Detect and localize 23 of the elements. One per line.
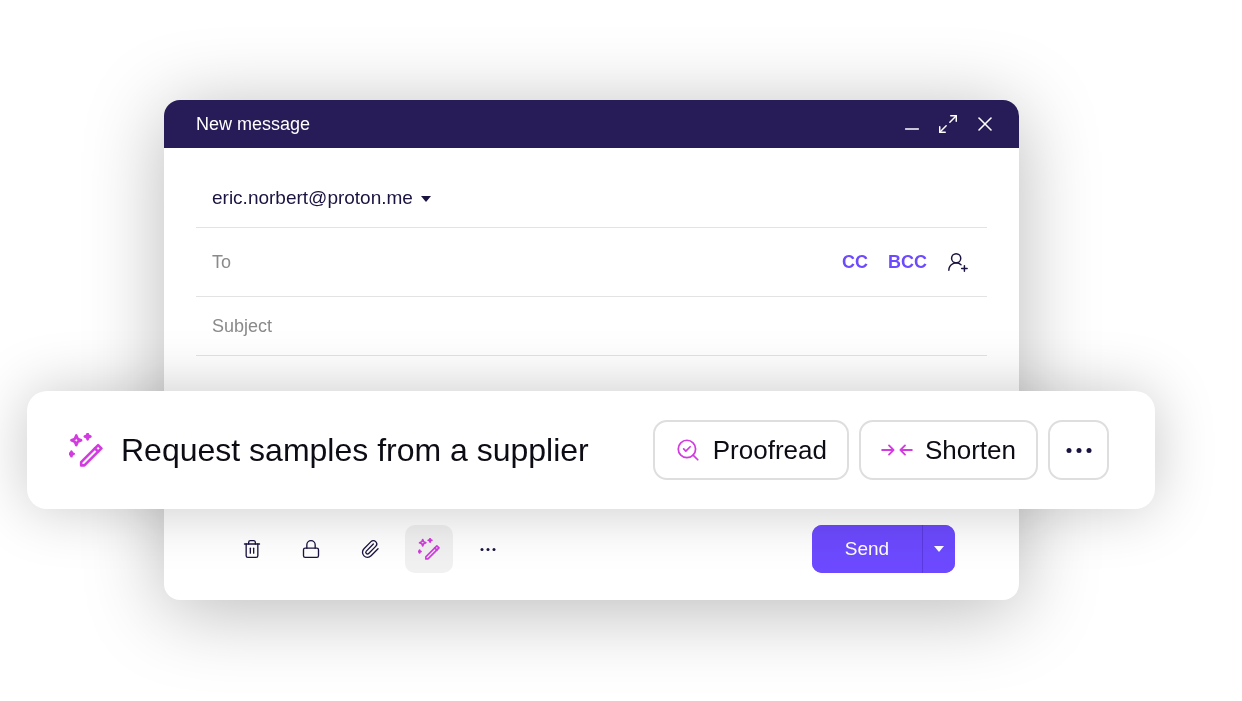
to-field[interactable]: To [212,248,842,276]
paperclip-icon [360,539,380,559]
send-options-button[interactable] [922,525,955,573]
recipient-link[interactable]: CC [842,248,868,276]
assistant-action-button[interactable]: Proofread [652,420,849,480]
more-icon [1065,447,1092,453]
inward-arrows-icon [880,444,913,456]
sender-dropdown[interactable]: eric.norbert@proton.me [212,184,431,213]
caret-icon [934,546,944,552]
maximize-icon[interactable] [937,113,959,135]
subject-field[interactable]: Subject [212,312,987,340]
sparkle-pencil-icon [69,433,103,467]
search-check-icon [674,437,701,463]
trash-icon [242,539,262,559]
window-title: New message [196,112,311,136]
recipient-link[interactable]: BCC [888,248,927,276]
assistant-prompt: Request samples from a supplier [121,431,589,470]
lock-icon [301,539,321,559]
assistant-action-button[interactable]: Shorten [858,420,1038,480]
sparkle-pencil-icon [418,538,440,560]
more-icon [480,547,496,551]
add-contact-icon[interactable] [947,251,969,273]
caret-icon [420,195,431,202]
